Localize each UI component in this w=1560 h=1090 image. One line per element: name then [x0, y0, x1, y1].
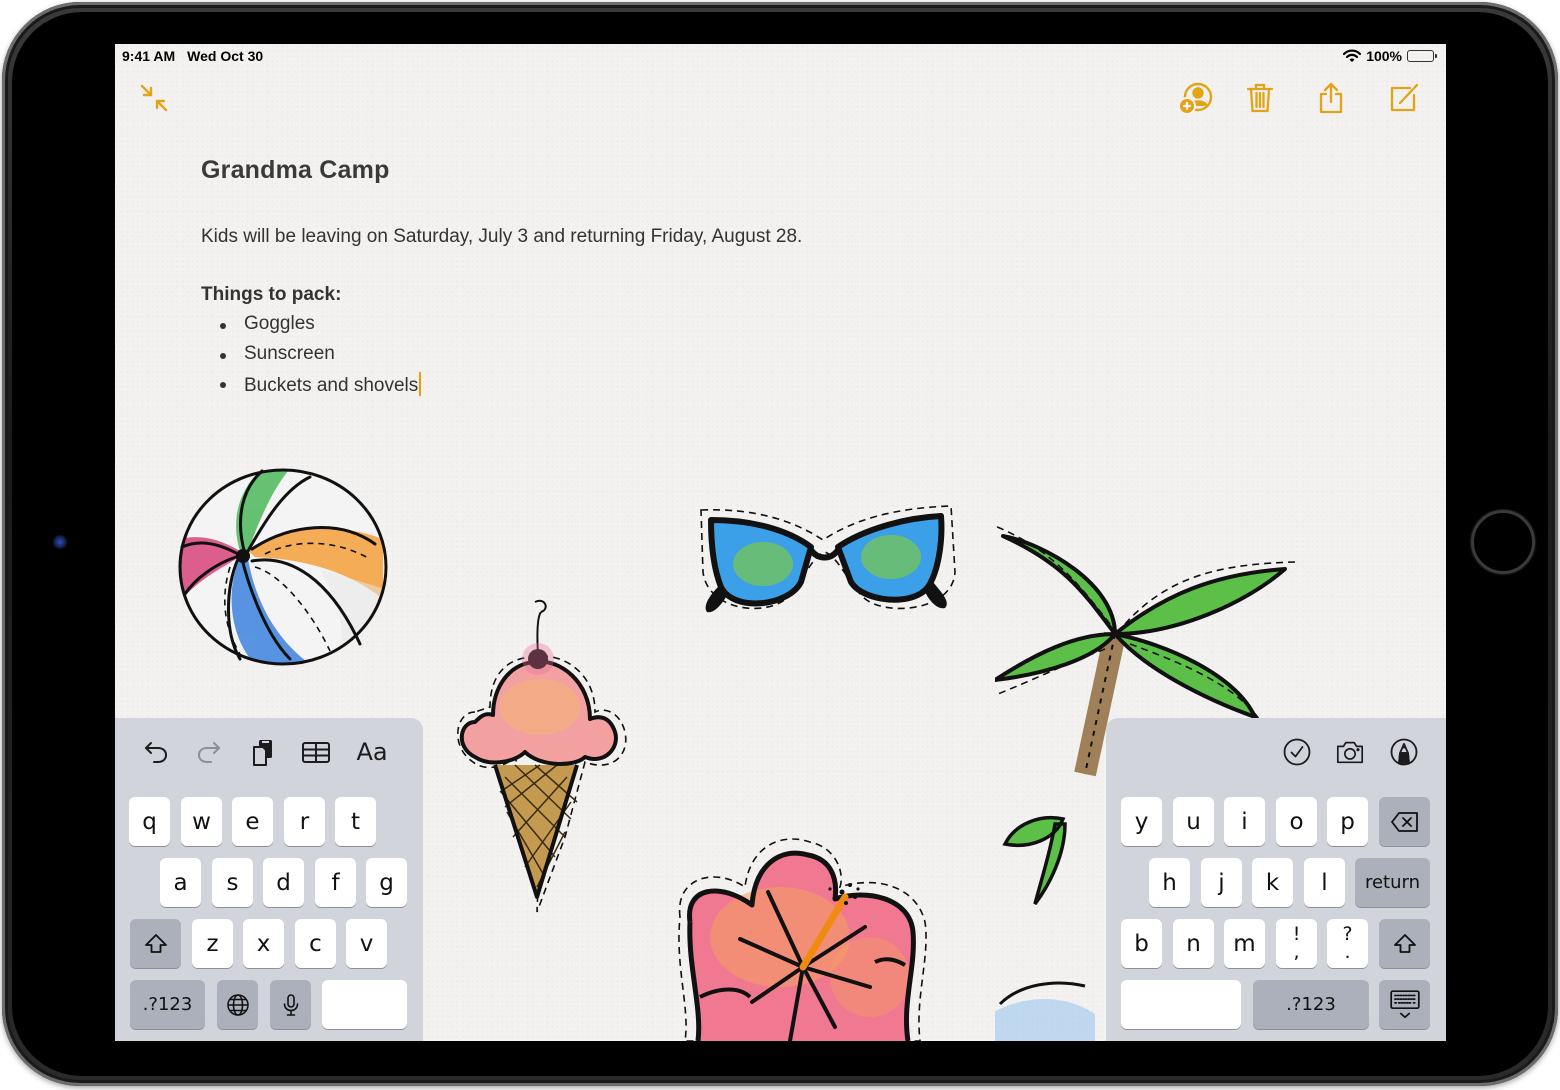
key-e[interactable]: e	[232, 797, 273, 846]
delete-key[interactable]	[1379, 797, 1430, 846]
key-n[interactable]: n	[1173, 919, 1214, 968]
home-button[interactable]	[1471, 510, 1535, 574]
key-y[interactable]: y	[1121, 797, 1162, 846]
note-title[interactable]: Grandma Camp	[201, 156, 390, 185]
key-q[interactable]: q	[129, 797, 170, 846]
key-k[interactable]: k	[1252, 858, 1293, 907]
list-item[interactable]: Buckets and shovels	[201, 372, 422, 402]
packing-list: Goggles Sunscreen Buckets and shovels	[201, 313, 422, 402]
redo-icon[interactable]	[192, 735, 226, 769]
key-u[interactable]: u	[1173, 797, 1214, 846]
note-content[interactable]: Grandma Camp Kids will be leaving on Sat…	[201, 156, 802, 396]
undo-icon[interactable]	[139, 735, 173, 769]
ice-cream-drawing[interactable]	[445, 597, 635, 922]
shift-key[interactable]	[130, 919, 181, 968]
note-body-text[interactable]: Kids will be leaving on Saturday, July 3…	[201, 226, 1101, 248]
markup-pen-icon[interactable]	[1387, 735, 1421, 769]
notes-screen: 9:41 AM Wed Oct 30 100% Grandma Camp Kid…	[115, 44, 1446, 1041]
battery-icon	[1407, 50, 1437, 62]
microphone-icon	[283, 993, 298, 1016]
shift-icon	[1393, 933, 1416, 953]
beach-ball-drawing[interactable]	[170, 459, 400, 674]
shift-icon	[144, 933, 167, 953]
keyboard-dismiss-icon	[1389, 989, 1420, 1018]
key-j[interactable]: j	[1201, 858, 1242, 907]
space-key-left[interactable]	[322, 980, 407, 1029]
list-item[interactable]: Sunscreen	[201, 343, 421, 373]
wifi-icon	[1343, 49, 1362, 63]
key-h[interactable]: h	[1149, 858, 1190, 907]
key-i[interactable]: i	[1224, 797, 1265, 846]
table-icon[interactable]	[299, 735, 333, 769]
key-g[interactable]: g	[366, 858, 407, 907]
key-t[interactable]: t	[335, 797, 376, 846]
numbers-key[interactable]: .?123	[130, 980, 205, 1029]
split-keyboard-left: Aa q w e r t a s d f g z x c v .?123	[115, 718, 423, 1041]
key-exclamation-comma[interactable]: ! ,	[1276, 919, 1317, 968]
key-c[interactable]: c	[295, 919, 336, 968]
text-format-icon[interactable]: Aa	[352, 735, 392, 769]
key-l[interactable]: l	[1304, 858, 1345, 907]
share-icon[interactable]	[1314, 81, 1348, 115]
key-m[interactable]: m	[1224, 919, 1265, 968]
key-w[interactable]: w	[181, 797, 222, 846]
checklist-icon[interactable]	[1280, 735, 1314, 769]
camera-icon[interactable]	[1333, 735, 1367, 769]
note-subheading[interactable]: Things to pack:	[201, 284, 341, 306]
list-item[interactable]: Goggles	[201, 313, 421, 343]
backspace-icon	[1390, 811, 1418, 832]
split-keyboard-right: y u i o p h j k l return b n m ! , ? . .…	[1106, 718, 1446, 1041]
sunglasses-drawing[interactable]	[693, 502, 958, 622]
paste-icon[interactable]	[246, 735, 280, 769]
trash-icon[interactable]	[1243, 81, 1277, 115]
status-bar: 9:41 AM Wed Oct 30 100%	[115, 44, 1446, 68]
key-f[interactable]: f	[315, 858, 356, 907]
add-person-icon[interactable]	[1177, 81, 1213, 117]
battery-percent: 100%	[1366, 48, 1402, 64]
space-key-right[interactable]	[1121, 980, 1241, 1029]
dictation-key[interactable]	[270, 980, 311, 1029]
key-x[interactable]: x	[243, 919, 284, 968]
key-a[interactable]: a	[160, 858, 201, 907]
key-s[interactable]: s	[212, 858, 253, 907]
front-camera	[53, 535, 67, 549]
hibiscus-drawing[interactable]	[670, 827, 940, 1041]
key-d[interactable]: d	[263, 858, 304, 907]
key-question-period[interactable]: ? .	[1327, 919, 1368, 968]
collapse-arrows-icon[interactable]	[137, 81, 171, 115]
numbers-key-right[interactable]: .?123	[1253, 980, 1369, 1029]
key-o[interactable]: o	[1276, 797, 1317, 846]
key-r[interactable]: r	[284, 797, 325, 846]
key-p[interactable]: p	[1327, 797, 1368, 846]
key-v[interactable]: v	[346, 919, 387, 968]
globe-icon	[226, 993, 249, 1016]
status-date: Wed Oct 30	[187, 48, 264, 64]
globe-key[interactable]	[217, 980, 258, 1029]
text-cursor	[419, 372, 422, 396]
key-b[interactable]: b	[1121, 919, 1162, 968]
compose-icon[interactable]	[1386, 81, 1420, 115]
return-key[interactable]: return	[1355, 858, 1430, 907]
status-time: 9:41 AM	[122, 48, 176, 64]
dismiss-keyboard-key[interactable]	[1379, 980, 1430, 1029]
shift-key-right[interactable]	[1379, 919, 1430, 968]
key-z[interactable]: z	[192, 919, 233, 968]
